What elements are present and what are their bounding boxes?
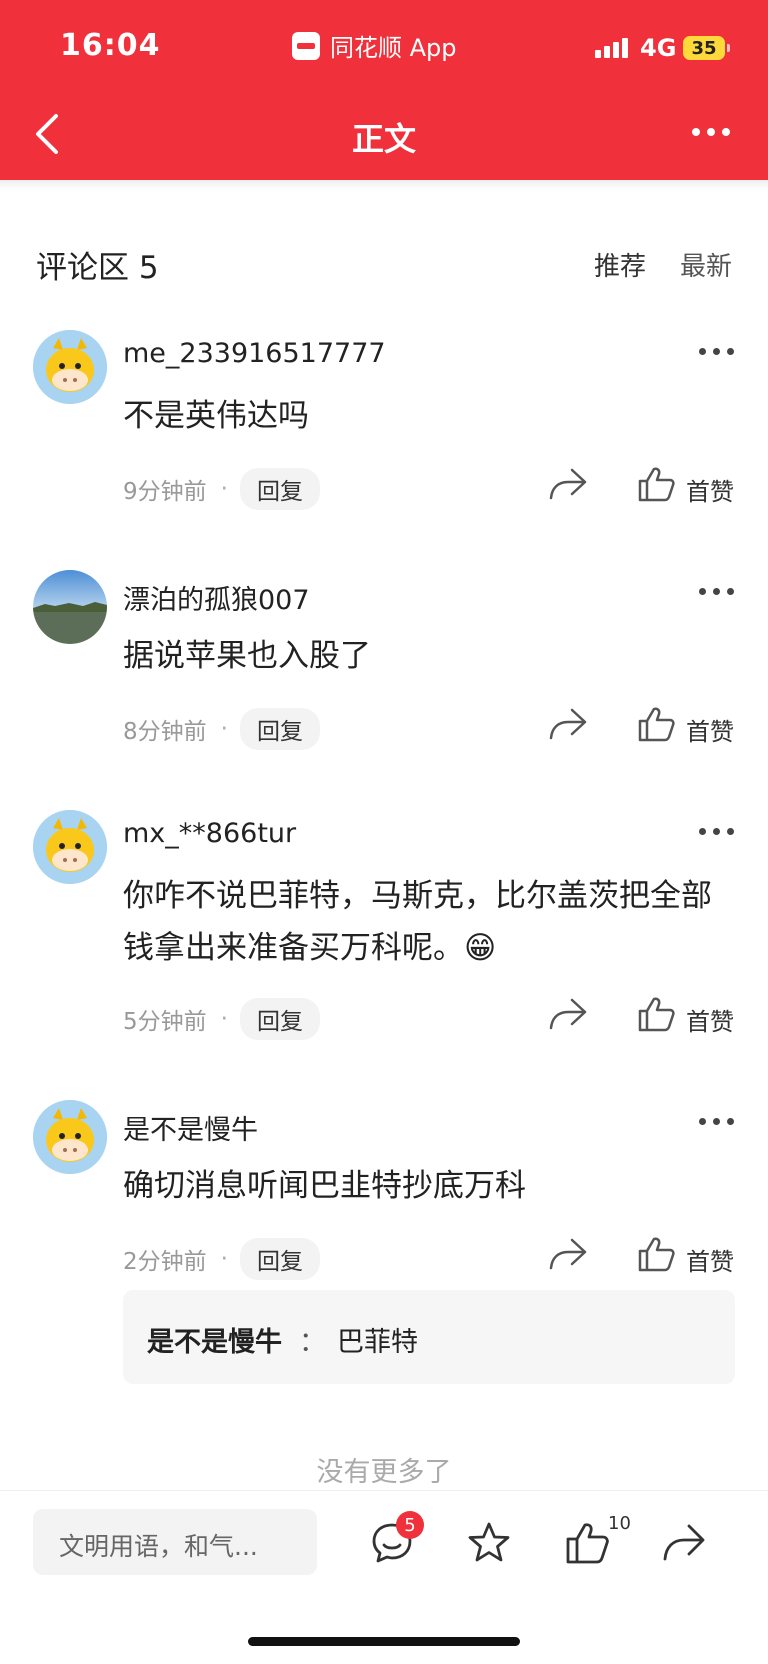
comment-more-button[interactable] [699, 588, 734, 595]
cow-avatar-icon [33, 330, 107, 404]
comment-time: 2分钟前 [123, 1249, 207, 1275]
reply-button[interactable]: 回复 [239, 708, 320, 750]
comment-text: 不是英伟达吗 [123, 398, 309, 434]
comment-more-button[interactable] [699, 1118, 734, 1125]
header-shadow [0, 180, 768, 190]
comment-username[interactable]: mx_**866tur [123, 818, 296, 849]
avatar[interactable] [33, 570, 107, 644]
share-icon[interactable] [548, 706, 588, 742]
sort-latest-tab[interactable]: 最新 [680, 246, 732, 283]
comment-count-badge: 5 [396, 1511, 424, 1539]
no-more-text: 没有更多了 [316, 1457, 452, 1488]
meta-separator: · [220, 1006, 228, 1032]
comment-username[interactable]: me_233916517777 [123, 338, 386, 369]
comment-meta: 8分钟前 · 回复 [123, 708, 320, 750]
lake-photo-icon [33, 570, 107, 644]
comment-username[interactable]: 漂泊的孤狼007 [123, 578, 310, 617]
app-indicator[interactable]: 同花顺 App [292, 28, 457, 63]
sub-reply-separator: ： [299, 1327, 326, 1358]
sub-reply-text: 巴菲特 [337, 1327, 418, 1358]
comment-meta: 9分钟前 · 回复 [123, 468, 320, 510]
meta-separator: · [220, 716, 228, 742]
share-icon[interactable] [662, 1521, 706, 1565]
comments-title: 评论区 5 [36, 250, 159, 286]
avatar[interactable] [33, 330, 107, 404]
comment-username[interactable]: 是不是慢牛 [123, 1108, 258, 1147]
comment-meta: 5分钟前 · 回复 [123, 998, 320, 1040]
like-label[interactable]: 首赞 [686, 472, 734, 507]
app-logo-icon [292, 31, 320, 60]
reply-button[interactable]: 回复 [239, 998, 320, 1040]
thumbs-up-icon[interactable] [637, 706, 675, 742]
comment-time: 8分钟前 [123, 719, 207, 745]
comment-text: 确切消息听闻巴韭特抄底万科 [123, 1168, 526, 1204]
thumbs-up-icon[interactable] [637, 466, 675, 502]
cow-avatar-icon [33, 810, 107, 884]
sub-reply-username[interactable]: 是不是慢牛 [147, 1320, 282, 1359]
avatar[interactable] [33, 1100, 107, 1174]
cow-avatar-icon [33, 1100, 107, 1174]
network-type: 4G [640, 34, 677, 62]
share-icon[interactable] [548, 1236, 588, 1272]
share-icon[interactable] [548, 466, 588, 502]
meta-separator: · [220, 476, 228, 502]
comment-text: 你咋不说巴菲特，马斯克，比尔盖茨把全部钱拿出来准备买万科呢。😁 [123, 878, 712, 966]
comment-input-placeholder: 文明用语，和气... [59, 1532, 258, 1561]
sub-reply[interactable]: 是不是慢牛 ： 巴菲特 [123, 1290, 735, 1384]
thumbs-up-icon[interactable] [565, 1521, 609, 1565]
page-title: 正文 [351, 120, 416, 158]
app-header: 16:04 同花顺 App 4G 35 正文 [0, 0, 768, 180]
comment-time: 5分钟前 [123, 1009, 207, 1035]
avatar[interactable] [33, 810, 107, 884]
app-name: 同花顺 App [330, 34, 457, 62]
thumbs-up-icon[interactable] [637, 996, 675, 1032]
comment-more-button[interactable] [699, 348, 734, 355]
more-options-button[interactable] [692, 128, 730, 136]
signal-icon [595, 38, 628, 58]
battery-icon: 35 [683, 36, 725, 60]
comment-more-button[interactable] [699, 828, 734, 835]
meta-separator: · [220, 1246, 228, 1272]
like-count: 10 [608, 1513, 631, 1534]
status-time: 16:04 [60, 28, 161, 63]
star-icon[interactable] [467, 1521, 511, 1565]
comment-time: 9分钟前 [123, 479, 207, 505]
like-label[interactable]: 首赞 [686, 1002, 734, 1037]
status-bar: 16:04 同花顺 App 4G 35 [0, 0, 768, 90]
share-icon[interactable] [548, 996, 588, 1032]
like-label[interactable]: 首赞 [686, 1242, 734, 1277]
comment-meta: 2分钟前 · 回复 [123, 1238, 320, 1280]
reply-button[interactable]: 回复 [239, 1238, 320, 1280]
sort-recommend-tab[interactable]: 推荐 [594, 246, 646, 283]
thumbs-up-icon[interactable] [637, 1236, 675, 1272]
comment-input[interactable]: 文明用语，和气... [33, 1509, 317, 1575]
reply-button[interactable]: 回复 [239, 468, 320, 510]
like-label[interactable]: 首赞 [686, 712, 734, 747]
battery-tip [727, 44, 730, 52]
comment-text: 据说苹果也入股了 [123, 638, 371, 674]
home-indicator[interactable] [248, 1637, 520, 1646]
